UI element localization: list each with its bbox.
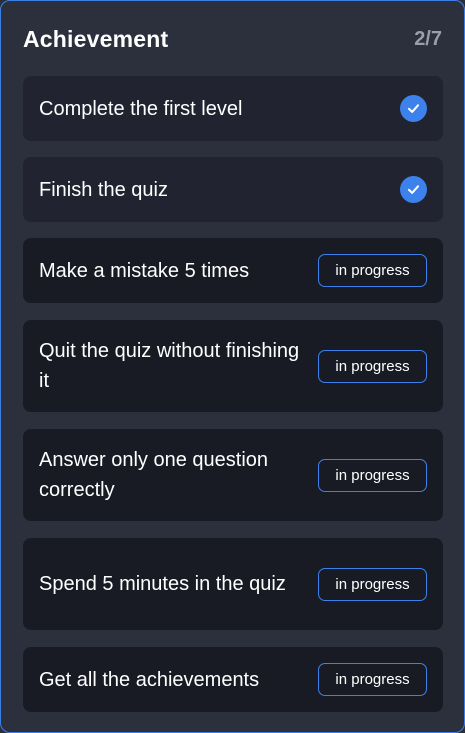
achievement-item-make-mistake: Make a mistake 5 times in progress	[23, 238, 443, 303]
achievement-label: Complete the first level	[39, 97, 243, 120]
achievement-label: Make a mistake 5 times	[39, 259, 250, 282]
status-badge: in progress	[318, 254, 427, 287]
achievement-item-spend-5-minutes: Spend 5 minutes in the quiz in progress	[23, 538, 443, 630]
achievement-item-complete-first-level: Complete the first level	[23, 76, 443, 141]
status-badge: in progress	[318, 349, 427, 383]
status-badge: in progress	[318, 458, 427, 492]
check-circle-icon	[400, 176, 427, 203]
panel-header: Achievement 2/7	[23, 23, 442, 55]
achievement-panel: Achievement 2/7 Complete the first level…	[0, 0, 465, 733]
status-badge: in progress	[318, 567, 427, 601]
page-title: Achievement	[23, 25, 169, 52]
achievement-label: Spend 5 minutes in the quiz	[39, 573, 286, 595]
status-badge: in progress	[318, 663, 427, 696]
achievement-counter: 2/7	[414, 27, 442, 50]
achievement-label: Answer only one question correctly	[39, 449, 269, 501]
achievement-label: Get all the achievements	[39, 668, 260, 691]
achievement-item-finish-quiz: Finish the quiz	[23, 157, 443, 222]
achievement-item-answer-one-correctly: Answer only one question correctly in pr…	[23, 429, 443, 521]
achievement-label: Finish the quiz	[39, 178, 168, 201]
check-circle-icon	[400, 95, 427, 122]
achievement-label: Quit the quiz without finishing it	[39, 340, 300, 392]
achievement-item-get-all-achievements: Get all the achievements in progress	[23, 647, 443, 712]
achievement-item-quit-quiz: Quit the quiz without finishing it in pr…	[23, 320, 443, 412]
